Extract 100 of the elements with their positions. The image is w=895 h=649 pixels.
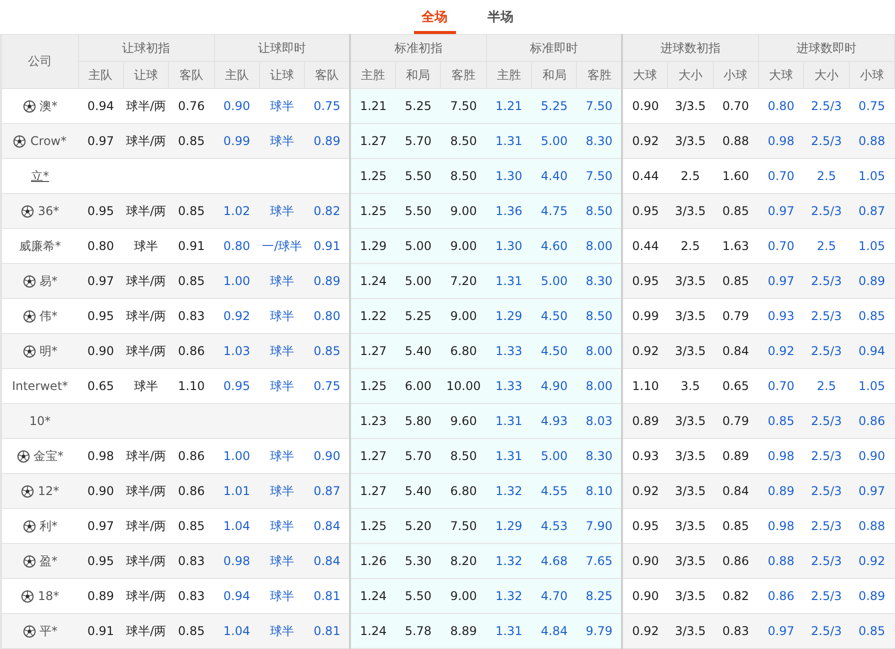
odds-cell: 1.25 [350, 368, 396, 404]
odds-cell: 6.00 [396, 368, 441, 404]
company-link[interactable]: 立* [31, 168, 49, 184]
odds-cell: 4.50 [532, 298, 577, 334]
odds-cell: 5.00 [532, 264, 577, 298]
odds-cell: 8.30 [576, 124, 622, 158]
company-name: 伟* [40, 308, 58, 324]
odds-cell: 4.40 [532, 158, 577, 194]
odds-cell: 0.91 [78, 614, 124, 648]
odds-cell: 1.26 [350, 544, 396, 578]
column-header: 小球 [713, 62, 758, 88]
odds-cell: 5.40 [396, 474, 441, 508]
company-name: 10* [29, 414, 51, 428]
column-header: 让球 [259, 62, 305, 88]
column-header: 主队 [214, 62, 260, 88]
odds-cell: 8.00 [576, 228, 622, 264]
odds-cell: 5.25 [396, 298, 441, 334]
odds-cell: 5.40 [396, 334, 441, 368]
odds-cell: 5.00 [396, 228, 441, 264]
odds-cell: 1.33 [486, 368, 532, 404]
odds-cell: 8.50 [440, 158, 486, 194]
odds-cell: 7.50 [576, 88, 622, 124]
odds-cell: 5.25 [396, 88, 441, 124]
company-name: Crow* [30, 134, 67, 148]
odds-cell: 8.30 [576, 264, 622, 298]
odds-cell: 9.00 [440, 194, 486, 228]
odds-cell: 1.24 [350, 578, 396, 614]
company-name: 澳* [40, 98, 58, 114]
odds-cell: 8.25 [576, 578, 622, 614]
column-header: 大球 [622, 62, 668, 88]
odds-cell: 5.00 [532, 438, 577, 474]
company-name: Interwet* [12, 379, 68, 393]
column-header: 大球 [758, 62, 804, 88]
odds-cell: 5.30 [396, 544, 441, 578]
odds-cell: 1.29 [486, 508, 532, 544]
odds-cell: 球半/两 [123, 614, 169, 648]
column-header: 客胜 [440, 62, 486, 88]
column-group-header: 进球数即时 [758, 34, 894, 62]
odds-cell: 8.00 [576, 368, 622, 404]
company-name: 利* [40, 518, 58, 534]
odds-cell: 1.32 [486, 544, 532, 578]
company-name: 威廉希* [19, 238, 61, 254]
odds-cell: 1.31 [486, 404, 532, 438]
odds-cell: 9.79 [576, 614, 622, 648]
odds-cell: 9.00 [440, 228, 486, 264]
odds-cell: 5.50 [396, 578, 441, 614]
column-header: 客队 [304, 62, 350, 88]
odds-cell: 1.27 [350, 438, 396, 474]
column-group-header: 进球数初指 [622, 34, 758, 62]
odds-cell: 球半 [259, 614, 305, 648]
odds-cell: 1.30 [486, 158, 532, 194]
odds-cell: 6.80 [440, 334, 486, 368]
odds-cell: 1.27 [350, 334, 396, 368]
odds-cell: 1.30 [486, 228, 532, 264]
column-group-header: 标准初指 [350, 34, 486, 62]
company-name: 明* [40, 342, 58, 360]
column-header: 小球 [849, 62, 894, 88]
odds-cell: 3/3.5 [668, 614, 714, 648]
odds-cell: 8.10 [576, 474, 622, 508]
odds-cell: 1.24 [350, 264, 396, 298]
odds-cell: 1.04 [214, 614, 260, 648]
column-header: 客胜 [576, 62, 622, 88]
odds-cell: 5.70 [396, 124, 441, 158]
column-group-header: 让球即时 [214, 34, 350, 62]
column-header: 公司 [1, 34, 78, 88]
odds-cell: 2.5/3 [804, 614, 850, 648]
company-name: 盈* [40, 552, 58, 570]
odds-cell: 1.23 [350, 404, 396, 438]
odds-cell: 8.00 [576, 334, 622, 368]
odds-cell: 6.80 [440, 474, 486, 508]
tab[interactable]: 半场 [480, 0, 522, 34]
odds-cell: 0.83 [713, 614, 758, 648]
odds-cell: 5.50 [396, 194, 441, 228]
odds-cell: 8.89 [440, 614, 486, 648]
odds-cell: 5.80 [396, 404, 441, 438]
column-header: 大小 [668, 62, 714, 88]
odds-cell: 5.00 [532, 124, 577, 158]
column-group-header: 标准即时 [486, 34, 622, 62]
odds-cell: 1.25 [350, 158, 396, 194]
odds-cell: 8.50 [440, 438, 486, 474]
company-name: 易* [40, 272, 58, 290]
odds-cell: 7.50 [440, 88, 486, 124]
odds-cell: 1.33 [486, 334, 532, 368]
odds-cell: 5.50 [396, 158, 441, 194]
column-header: 大小 [804, 62, 850, 88]
odds-cell: 5.70 [396, 438, 441, 474]
odds-cell: 8.50 [576, 298, 622, 334]
odds-cell: 10.00 [440, 368, 486, 404]
column-header: 和局 [532, 62, 577, 88]
odds-cell: 1.32 [486, 578, 532, 614]
odds-cell: 4.50 [532, 334, 577, 368]
odds-cell: 4.60 [532, 228, 577, 264]
odds-cell: 7.50 [440, 508, 486, 544]
odds-cell: 4.53 [532, 508, 577, 544]
company-name: 金宝* [34, 448, 64, 464]
odds-cell: 0.85 [849, 614, 894, 648]
odds-cell: 4.68 [532, 544, 577, 578]
odds-cell: 5.78 [396, 614, 441, 648]
odds-cell: 8.30 [576, 438, 622, 474]
odds-cell: 7.90 [576, 508, 622, 544]
